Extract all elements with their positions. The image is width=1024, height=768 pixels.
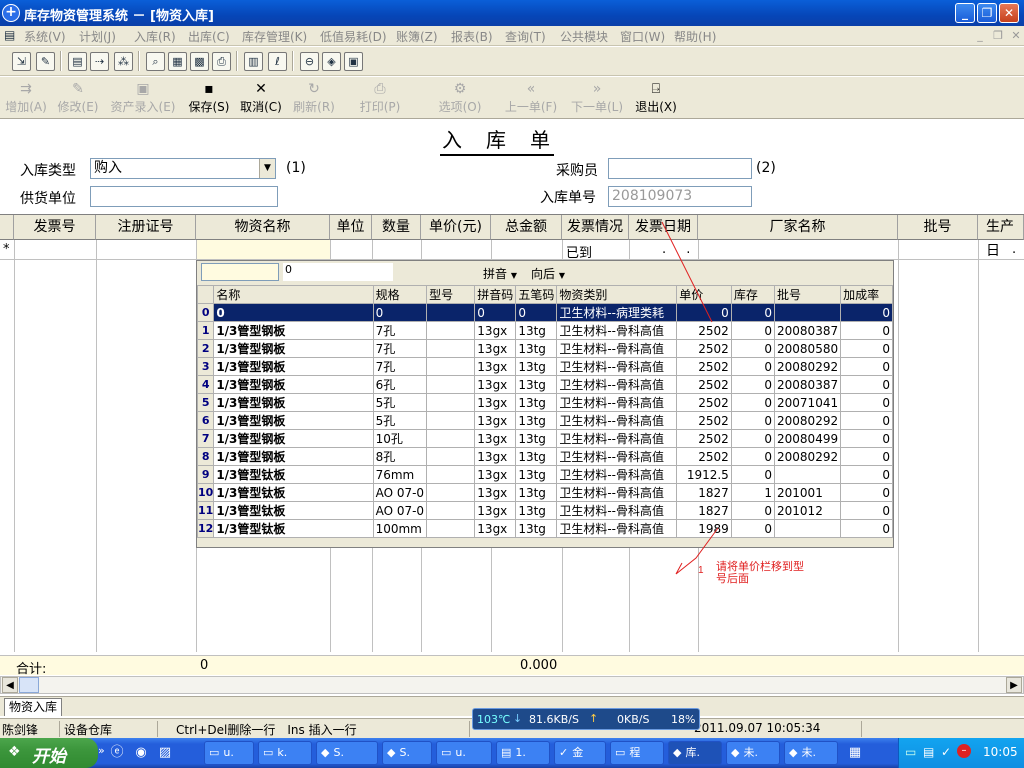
taskbar: ❖ 开始 » ⓔ ◉ ▨ ▭ u. ▭ k. ◆ S. ◆ S. ▭ u. ▤ 1. ✓ 金 ▭ 程 ◆ 库. ◆ 未… bbox=[0, 738, 1024, 768]
folder-icon: ▭ bbox=[615, 746, 626, 759]
shield-icon: ✓ bbox=[559, 746, 569, 759]
folder-icon: ▭ bbox=[209, 746, 220, 759]
taskbar-task[interactable]: ◆ S. bbox=[316, 741, 378, 765]
status-user: 陈剑锋 bbox=[0, 721, 60, 737]
app-icon: ◆ bbox=[789, 746, 798, 759]
windows-logo-icon: ❖ bbox=[8, 744, 21, 760]
taskbar-task[interactable]: ◆ 库. bbox=[668, 741, 722, 765]
download-arrow-icon: ↓ bbox=[513, 712, 523, 725]
status-datetime: 2011.09.07 10:05:34 bbox=[692, 721, 862, 737]
app-icon: ◆ bbox=[321, 746, 330, 759]
annotation-number: 1 bbox=[698, 565, 704, 576]
taskbar-chevron-icon[interactable]: » bbox=[98, 744, 105, 757]
annotation-arrow-line bbox=[661, 221, 713, 323]
app-quicklaunch-icon[interactable]: ▨ bbox=[156, 744, 174, 762]
download-speed: 81.6KB/S bbox=[529, 713, 579, 726]
taskbar-task[interactable]: ▭ u. bbox=[204, 741, 254, 765]
show-desktop-icon[interactable]: ▦ bbox=[846, 744, 864, 762]
status-hint: Ctrl+Del删除一行 Ins 插入一行 bbox=[174, 721, 470, 737]
taskbar-task[interactable]: ▭ u. bbox=[436, 741, 492, 765]
taskbar-task[interactable]: ◆ 未. bbox=[784, 741, 838, 765]
annotation-callout-line bbox=[675, 527, 719, 575]
annotation-overlay: 1 请将单价栏移到型 号后面 bbox=[661, 221, 804, 585]
taskbar-task[interactable]: ▤ 1. bbox=[496, 741, 550, 765]
taskbar-task[interactable]: ◆ 未. bbox=[726, 741, 780, 765]
taskbar-task[interactable]: ▭ 程 bbox=[610, 741, 664, 765]
annotation-note-line2: 号后面 bbox=[716, 572, 749, 585]
document-icon: ▤ bbox=[501, 746, 512, 759]
taskbar-task[interactable]: ◆ S. bbox=[382, 741, 432, 765]
folder-icon: ▭ bbox=[263, 746, 274, 759]
status-warehouse: 设备仓库 bbox=[62, 721, 158, 737]
volume-icon[interactable]: ▤ bbox=[923, 745, 934, 759]
taskbar-task[interactable]: ✓ 金 bbox=[554, 741, 606, 765]
cpu-temp: 103℃ bbox=[477, 713, 511, 726]
stop-icon[interactable]: – bbox=[957, 744, 971, 758]
network-icon[interactable]: ▭ bbox=[905, 745, 916, 759]
cpu-usage: 18% bbox=[671, 713, 696, 726]
upload-speed: 0KB/S bbox=[617, 713, 650, 726]
network-meter: 103℃ ↓ 81.6KB/S ↑ 0KB/S 18% bbox=[472, 708, 700, 730]
folder-icon: ▭ bbox=[441, 746, 452, 759]
app-icon: ◆ bbox=[731, 746, 740, 759]
ie-icon[interactable]: ⓔ bbox=[108, 744, 126, 762]
annotation-note-line1: 请将单价栏移到型 bbox=[716, 559, 804, 573]
shield-icon[interactable]: ✓ bbox=[941, 745, 951, 759]
browser-icon[interactable]: ◉ bbox=[132, 744, 150, 762]
system-tray: ▭ ▤ ✓ – 10:05 bbox=[898, 738, 1024, 768]
tab-material-inbound[interactable]: 物资入库 bbox=[4, 698, 63, 716]
start-button[interactable]: ❖ 开始 bbox=[0, 738, 98, 768]
app-icon: ◆ bbox=[673, 746, 682, 759]
app-icon: ◆ bbox=[387, 746, 396, 759]
upload-arrow-icon: ↑ bbox=[589, 712, 599, 725]
clock: 10:05 bbox=[983, 745, 1018, 759]
taskbar-task[interactable]: ▭ k. bbox=[258, 741, 312, 765]
